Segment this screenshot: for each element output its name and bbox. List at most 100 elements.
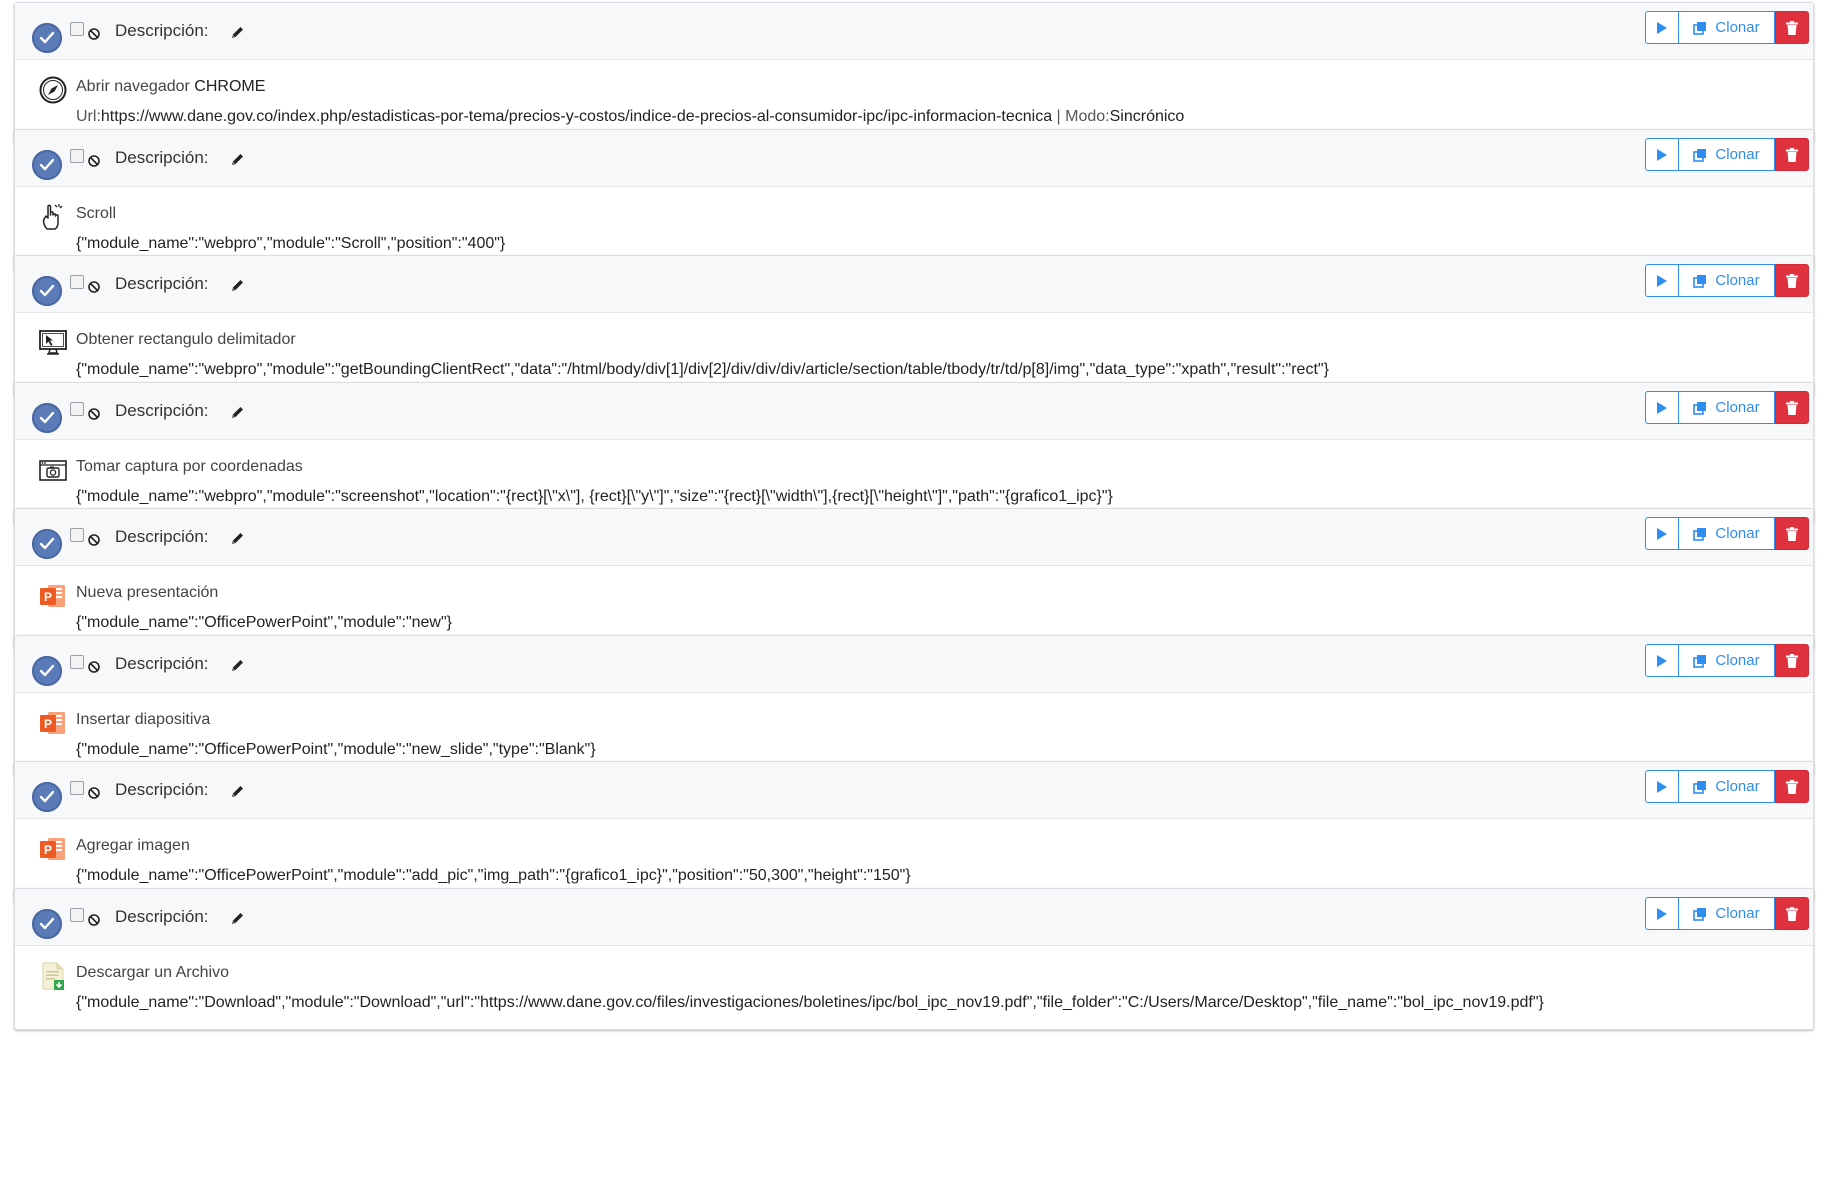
trash-icon xyxy=(1786,653,1798,668)
step-title: Descargar un Archivo xyxy=(76,964,229,981)
check-circle-icon[interactable] xyxy=(32,150,62,180)
step-card: Descripción: Clonar Descargar un Archivo… xyxy=(14,888,1814,1030)
delete-button[interactable] xyxy=(1775,770,1809,803)
trash-icon xyxy=(1786,906,1798,921)
step-actions: Clonar xyxy=(1645,138,1809,171)
play-icon xyxy=(1657,21,1667,34)
step-title: Abrir navegador CHROME xyxy=(76,78,266,95)
ban-icon[interactable] xyxy=(88,534,100,546)
step-checkbox[interactable] xyxy=(70,22,84,36)
clone-label: Clonar xyxy=(1715,146,1760,163)
play-button[interactable] xyxy=(1645,11,1679,44)
description-label: Descripción: xyxy=(115,654,209,673)
clone-button[interactable]: Clonar xyxy=(1679,391,1775,424)
step-detail: {"module_name":"OfficePowerPoint","modul… xyxy=(76,867,911,884)
step-checkbox[interactable] xyxy=(70,528,84,542)
delete-button[interactable] xyxy=(1775,264,1809,297)
clone-button[interactable]: Clonar xyxy=(1679,264,1775,297)
step-checkbox[interactable] xyxy=(70,655,84,669)
clone-icon xyxy=(1693,654,1707,668)
play-icon xyxy=(1657,148,1667,161)
pencil-icon[interactable] xyxy=(230,278,245,293)
step-detail: {"module_name":"OfficePowerPoint","modul… xyxy=(76,741,596,758)
description-label: Descripción: xyxy=(115,148,209,167)
description-label: Descripción: xyxy=(115,401,209,420)
delete-button[interactable] xyxy=(1775,391,1809,424)
trash-icon xyxy=(1786,779,1798,794)
delete-button[interactable] xyxy=(1775,517,1809,550)
step-checkbox[interactable] xyxy=(70,402,84,416)
step-card: Descripción: Clonar P Nueva presentación… xyxy=(14,508,1814,650)
check-circle-icon[interactable] xyxy=(32,23,62,53)
step-actions: Clonar xyxy=(1645,517,1809,550)
pencil-icon[interactable] xyxy=(230,25,245,40)
delete-button[interactable] xyxy=(1775,644,1809,677)
clone-label: Clonar xyxy=(1715,905,1760,922)
step-card: Descripción: Clonar Tomar captura por co… xyxy=(14,382,1814,524)
step-header: Descripción: Clonar xyxy=(15,636,1813,693)
check-circle-icon[interactable] xyxy=(32,909,62,939)
step-checkbox[interactable] xyxy=(70,781,84,795)
step-actions: Clonar xyxy=(1645,770,1809,803)
step-card: Descripción: Clonar Abrir navegador CHRO… xyxy=(14,2,1814,144)
step-title: Insertar diapositiva xyxy=(76,711,211,728)
check-circle-icon[interactable] xyxy=(32,529,62,559)
check-circle-icon[interactable] xyxy=(32,656,62,686)
step-header: Descripción: Clonar xyxy=(15,256,1813,313)
step-title: Agregar imagen xyxy=(76,837,190,854)
clone-button[interactable]: Clonar xyxy=(1679,897,1775,930)
step-title: Obtener rectangulo delimitador xyxy=(76,331,296,348)
pencil-icon[interactable] xyxy=(230,658,245,673)
pencil-icon[interactable] xyxy=(230,531,245,546)
play-button[interactable] xyxy=(1645,517,1679,550)
play-button[interactable] xyxy=(1645,138,1679,171)
play-button[interactable] xyxy=(1645,897,1679,930)
play-icon xyxy=(1657,527,1667,540)
clone-button[interactable]: Clonar xyxy=(1679,517,1775,550)
svg-text:P: P xyxy=(44,590,52,604)
pencil-icon[interactable] xyxy=(230,911,245,926)
ban-icon[interactable] xyxy=(88,787,100,799)
step-header: Descripción: Clonar xyxy=(15,383,1813,440)
play-icon xyxy=(1657,401,1667,414)
clone-button[interactable]: Clonar xyxy=(1679,770,1775,803)
ban-icon[interactable] xyxy=(88,914,100,926)
pencil-icon[interactable] xyxy=(230,405,245,420)
check-circle-icon[interactable] xyxy=(32,782,62,812)
clone-button[interactable]: Clonar xyxy=(1679,644,1775,677)
clone-icon xyxy=(1693,527,1707,541)
play-button[interactable] xyxy=(1645,770,1679,803)
clone-icon xyxy=(1693,401,1707,415)
play-button[interactable] xyxy=(1645,264,1679,297)
play-button[interactable] xyxy=(1645,644,1679,677)
step-detail: {"module_name":"webpro","module":"screen… xyxy=(76,488,1113,505)
step-checkbox[interactable] xyxy=(70,149,84,163)
clone-label: Clonar xyxy=(1715,525,1760,542)
trash-icon xyxy=(1786,273,1798,288)
step-header: Descripción: Clonar xyxy=(15,762,1813,819)
description-label: Descripción: xyxy=(115,274,209,293)
clone-label: Clonar xyxy=(1715,272,1760,289)
check-circle-icon[interactable] xyxy=(32,403,62,433)
delete-button[interactable] xyxy=(1775,11,1809,44)
step-card: Descripción: Clonar Obtener rectangulo d… xyxy=(14,255,1814,397)
ban-icon[interactable] xyxy=(88,661,100,673)
step-checkbox[interactable] xyxy=(70,908,84,922)
ban-icon[interactable] xyxy=(88,281,100,293)
play-button[interactable] xyxy=(1645,391,1679,424)
ban-icon[interactable] xyxy=(88,28,100,40)
check-circle-icon[interactable] xyxy=(32,276,62,306)
clone-button[interactable]: Clonar xyxy=(1679,11,1775,44)
step-checkbox[interactable] xyxy=(70,275,84,289)
pencil-icon[interactable] xyxy=(230,152,245,167)
pencil-icon[interactable] xyxy=(230,784,245,799)
delete-button[interactable] xyxy=(1775,897,1809,930)
ban-icon[interactable] xyxy=(88,408,100,420)
step-detail: Url:https://www.dane.gov.co/index.php/es… xyxy=(76,108,1185,125)
delete-button[interactable] xyxy=(1775,138,1809,171)
compass-icon xyxy=(39,76,67,104)
step-actions: Clonar xyxy=(1645,391,1809,424)
ban-icon[interactable] xyxy=(88,155,100,167)
trash-icon xyxy=(1786,20,1798,35)
clone-button[interactable]: Clonar xyxy=(1679,138,1775,171)
